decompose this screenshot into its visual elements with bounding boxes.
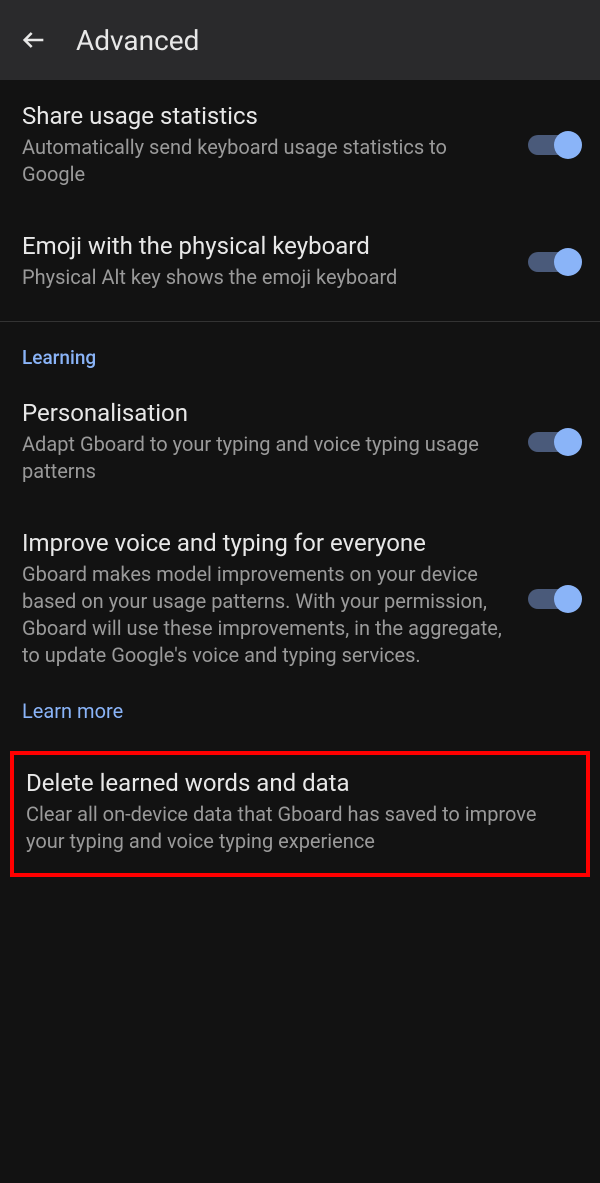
setting-share-usage-statistics[interactable]: Share usage statistics Automatically sen…	[0, 80, 600, 210]
header-bar: Advanced	[0, 0, 600, 80]
toggle-improve-voice-typing[interactable]	[528, 589, 578, 609]
highlight-annotation: Delete learned words and data Clear all …	[10, 751, 590, 877]
setting-desc: Clear all on-device data that Gboard has…	[26, 801, 574, 855]
back-arrow-icon[interactable]	[20, 26, 48, 54]
page-title: Advanced	[76, 24, 199, 57]
setting-title: Delete learned words and data	[26, 769, 574, 797]
setting-text: Emoji with the physical keyboard Physica…	[22, 232, 510, 291]
setting-title: Improve voice and typing for everyone	[22, 529, 510, 557]
content-area: Share usage statistics Automatically sen…	[0, 80, 600, 877]
setting-improve-voice-typing[interactable]: Improve voice and typing for everyone Gb…	[0, 507, 600, 691]
setting-title: Personalisation	[22, 399, 510, 427]
setting-text: Personalisation Adapt Gboard to your typ…	[22, 399, 510, 485]
toggle-share-usage-statistics[interactable]	[528, 135, 578, 155]
setting-desc: Adapt Gboard to your typing and voice ty…	[22, 431, 510, 485]
setting-desc: Gboard makes model improvements on your …	[22, 561, 510, 669]
setting-desc: Physical Alt key shows the emoji keyboar…	[22, 264, 510, 291]
setting-personalisation[interactable]: Personalisation Adapt Gboard to your typ…	[0, 377, 600, 507]
setting-emoji-physical-keyboard[interactable]: Emoji with the physical keyboard Physica…	[0, 210, 600, 313]
section-header-learning: Learning	[0, 322, 600, 377]
setting-title: Emoji with the physical keyboard	[22, 232, 510, 260]
toggle-emoji-physical-keyboard[interactable]	[528, 252, 578, 272]
learn-more-link[interactable]: Learn more	[0, 691, 600, 745]
toggle-personalisation[interactable]	[528, 432, 578, 452]
setting-text: Share usage statistics Automatically sen…	[22, 102, 510, 188]
setting-delete-learned-words[interactable]: Delete learned words and data Clear all …	[26, 769, 574, 855]
setting-desc: Automatically send keyboard usage statis…	[22, 134, 510, 188]
setting-text: Improve voice and typing for everyone Gb…	[22, 529, 510, 669]
setting-title: Share usage statistics	[22, 102, 510, 130]
